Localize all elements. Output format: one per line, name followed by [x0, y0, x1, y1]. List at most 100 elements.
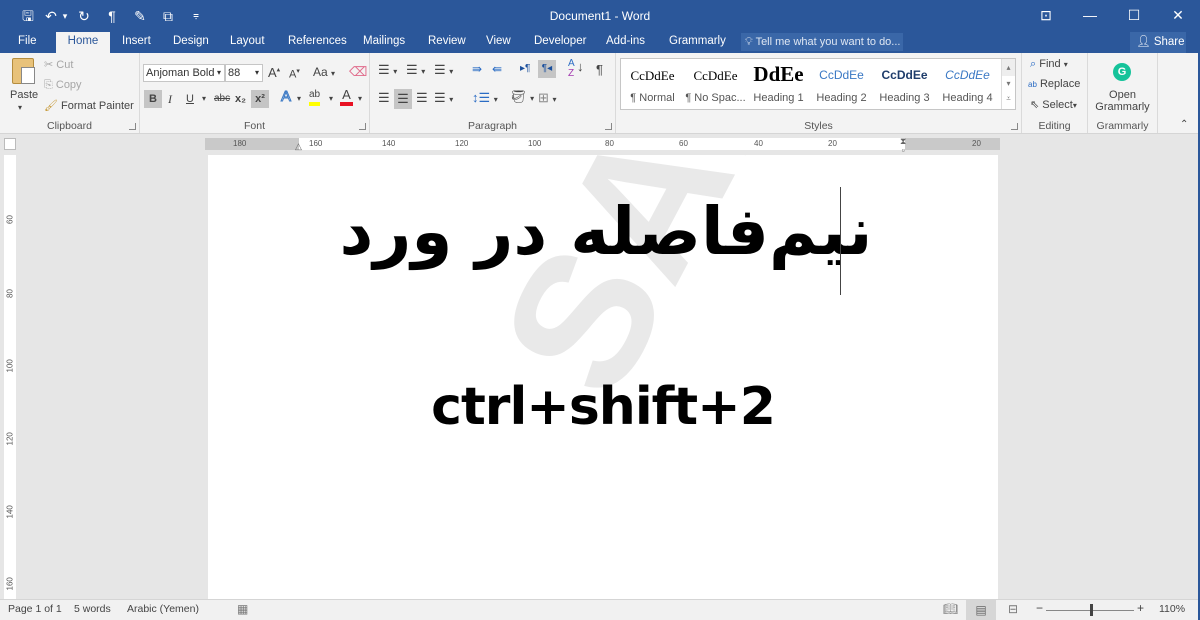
document-shortcut-text[interactable]: ctrl+shift+2 [208, 377, 998, 437]
highlight-button[interactable]: ab [309, 88, 321, 106]
paste-button[interactable] [8, 58, 38, 88]
style-heading-4[interactable]: CcDdEe Heading 4 [936, 59, 999, 109]
increase-indent-button[interactable]: ⇚ [492, 62, 502, 76]
strikethrough-button[interactable]: abc [214, 90, 230, 108]
change-case-button[interactable]: Aa ▾ [313, 65, 335, 79]
print-layout-icon[interactable]: ▤ [966, 600, 996, 620]
left-indent-marker[interactable]: △ [295, 141, 302, 152]
grow-font-button[interactable]: A▴ [268, 65, 280, 80]
font-size-dropdown[interactable]: 88 ▾ [225, 64, 263, 82]
paste-label[interactable]: Paste [10, 89, 38, 101]
open-grammarly-button[interactable]: Open Grammarly [1088, 89, 1157, 113]
decrease-indent-button[interactable]: ⇛ [472, 62, 482, 76]
read-mode-icon[interactable]: 📖︎ [943, 602, 958, 616]
sort-button[interactable]: A Z ↓ [568, 59, 584, 79]
line-spacing-button[interactable]: ↕☰ ▾ [472, 90, 498, 106]
tab-insert[interactable]: Insert [116, 32, 157, 53]
tell-me-search[interactable]: 💡︎ Tell me what you want to do... [741, 33, 903, 51]
highlight-dropdown-icon[interactable]: ▾ [329, 90, 333, 108]
vertical-ruler[interactable]: 60 80 100 120 140 160 [4, 155, 16, 600]
multilevel-list-button[interactable]: ☰ ▾ [434, 62, 453, 78]
word-count[interactable]: 5 words [74, 603, 111, 615]
style-heading-2[interactable]: CcDdEe Heading 2 [810, 59, 873, 109]
align-left-button[interactable]: ☰ [378, 90, 390, 106]
font-launcher-icon[interactable] [359, 123, 366, 130]
align-center-button[interactable]: ☰ [394, 89, 412, 109]
tab-design[interactable]: Design [167, 32, 215, 53]
ltr-button[interactable]: ▸¶ [520, 63, 530, 74]
zoom-out-button[interactable]: − [1036, 601, 1043, 615]
tab-file[interactable]: File [12, 32, 43, 53]
close-button[interactable]: ✕ [1156, 0, 1200, 30]
font-name-dropdown[interactable]: Anjoman Bold ▾ [143, 64, 225, 82]
borders-button[interactable]: ⊞ ▾ [538, 90, 557, 106]
share-button[interactable]: 👤︎ Share [1130, 32, 1186, 53]
grammarly-logo-icon[interactable]: G [1113, 63, 1131, 81]
scroll-up-icon[interactable]: ▴ [1002, 59, 1015, 76]
document-page[interactable]: SAMPLE نیم‌فاصله در ورد ctrl+shift+2 [208, 155, 998, 600]
zoom-slider-thumb[interactable] [1090, 604, 1093, 616]
numbering-button[interactable]: ☰ ▾ [406, 62, 425, 78]
tab-layout[interactable]: Layout [224, 32, 271, 53]
ruler-label: 60 [679, 139, 688, 148]
rtl-button[interactable]: ¶◂ [538, 60, 556, 78]
tab-review[interactable]: Review [422, 32, 472, 53]
maximize-button[interactable]: ☐ [1112, 0, 1156, 30]
shading-button[interactable]: 🪣︎ ▾ [510, 89, 534, 105]
underline-button[interactable]: U [186, 90, 194, 108]
show-formatting-button[interactable]: ¶ [596, 62, 603, 77]
document-heading-persian[interactable]: نیم‌فاصله در ورد [208, 193, 998, 270]
replace-button[interactable]: ab Replace [1028, 78, 1080, 90]
tab-selector[interactable] [4, 138, 16, 150]
cut-button[interactable]: ✂︎ Cut [44, 58, 73, 71]
collapse-ribbon-icon[interactable]: ⌃ [1180, 119, 1188, 130]
tab-home[interactable]: Home [56, 32, 110, 54]
zoom-in-button[interactable]: + [1137, 601, 1144, 615]
zoom-level[interactable]: 110% [1159, 603, 1185, 615]
italic-button[interactable]: I [168, 90, 172, 108]
tab-add-ins[interactable]: Add-ins [600, 32, 651, 53]
font-color-dropdown-icon[interactable]: ▾ [358, 90, 362, 108]
tab-grammarly[interactable]: Grammarly [663, 32, 732, 53]
ribbon-display-options-icon[interactable]: ⊡ [1024, 0, 1068, 30]
styles-gallery-scroll[interactable]: ▴ ▾ ⩡ [1001, 59, 1015, 109]
language-indicator[interactable]: Arabic (Yemen) [127, 603, 199, 615]
tab-view[interactable]: View [480, 32, 517, 53]
justify-button[interactable]: ☰ ▾ [434, 90, 453, 106]
text-effects-dropdown-icon[interactable]: ▾ [297, 90, 301, 108]
scroll-down-icon[interactable]: ▾ [1002, 76, 1015, 92]
tab-references[interactable]: References [282, 32, 353, 53]
clear-formatting-button[interactable]: ⌫ [349, 64, 367, 80]
paste-dropdown-icon[interactable]: ▾ [18, 103, 22, 112]
format-painter-button[interactable]: 🖌︎ Format Painter [44, 99, 134, 112]
clipboard-launcher-icon[interactable] [129, 123, 136, 130]
style-normal[interactable]: CcDdEe ¶ Normal [621, 59, 684, 109]
style-no-spacing[interactable]: CcDdEe ¶ No Spac... [684, 59, 747, 109]
subscript-button[interactable]: x₂ [235, 90, 246, 108]
find-button[interactable]: ⌕ Find ▾ [1030, 58, 1068, 71]
select-button[interactable]: ⇖ Select▾ [1030, 98, 1077, 111]
horizontal-ruler[interactable]: 180 160 140 120 100 80 60 40 20 20 △ ⧗ ▫ [205, 137, 1000, 155]
macro-recording-icon[interactable]: ▦ [237, 602, 248, 616]
text-effects-button[interactable]: A [280, 88, 291, 106]
more-styles-icon[interactable]: ⩡ [1002, 92, 1015, 108]
copy-button[interactable]: ⎘ Copy [44, 79, 82, 92]
bullets-button[interactable]: ☰ ▾ [378, 62, 397, 78]
minimize-button[interactable]: — [1068, 0, 1112, 30]
tab-developer[interactable]: Developer [528, 32, 592, 53]
styles-launcher-icon[interactable] [1011, 123, 1018, 130]
align-left-icon: ☰ [378, 90, 390, 105]
style-heading-3[interactable]: CcDdEe Heading 3 [873, 59, 936, 109]
align-right-button[interactable]: ☰ [416, 90, 428, 106]
style-heading-1[interactable]: DdEe Heading 1 [747, 59, 810, 109]
paragraph-launcher-icon[interactable] [605, 123, 612, 130]
bold-button[interactable]: B [144, 90, 162, 108]
page-count[interactable]: Page 1 of 1 [8, 603, 62, 615]
font-color-button[interactable]: A [340, 88, 353, 106]
shrink-font-button[interactable]: A▾ [289, 67, 300, 81]
right-indent-marker[interactable]: ⧗ ▫ [900, 137, 906, 155]
tab-mailings[interactable]: Mailings [357, 32, 411, 53]
underline-dropdown-icon[interactable]: ▾ [202, 90, 206, 108]
web-layout-icon[interactable]: ⊟ [1008, 602, 1018, 616]
superscript-button[interactable]: x² [251, 90, 269, 108]
